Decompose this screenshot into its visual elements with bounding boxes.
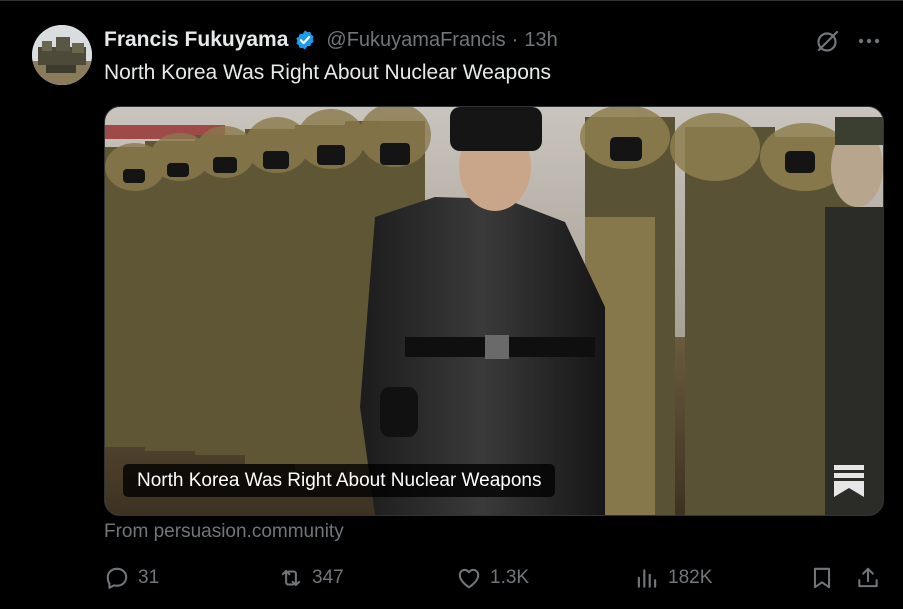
timestamp[interactable]: 13h xyxy=(524,29,557,52)
heart-icon xyxy=(458,568,480,589)
card-image xyxy=(105,107,883,515)
bookmark-button[interactable] xyxy=(809,563,835,593)
card-title: North Korea Was Right About Nuclear Weap… xyxy=(123,464,556,497)
views-button[interactable]: 182K xyxy=(634,563,712,593)
verified-badge-icon xyxy=(294,29,316,51)
divider xyxy=(0,0,903,1)
repost-icon xyxy=(281,569,301,587)
reply-button[interactable]: 31 xyxy=(104,563,159,593)
like-count: 1.3K xyxy=(490,567,530,588)
link-card[interactable]: North Korea Was Right About Nuclear Weap… xyxy=(104,106,884,516)
share-icon xyxy=(858,567,878,588)
views-count: 182K xyxy=(668,567,713,588)
bookmark-icon xyxy=(813,567,831,589)
repost-count: 347 xyxy=(312,567,344,588)
reply-icon xyxy=(106,567,128,589)
action-bar: 31 347 1.3K 182K xyxy=(0,563,903,593)
author-handle[interactable]: @FukuyamaFrancis xyxy=(326,29,505,52)
author-name[interactable]: Francis Fukuyama xyxy=(104,28,288,52)
publication-bookmark-icon xyxy=(833,464,865,498)
reply-count: 31 xyxy=(138,567,160,588)
grok-icon[interactable] xyxy=(815,28,841,54)
views-icon xyxy=(637,569,657,588)
card-source[interactable]: From persuasion.community xyxy=(104,521,344,543)
tweet-text: North Korea Was Right About Nuclear Weap… xyxy=(104,61,552,84)
tweet-header: Francis Fukuyama @FukuyamaFrancis · 13h xyxy=(104,27,558,53)
like-button[interactable]: 1.3K xyxy=(456,563,529,593)
avatar[interactable] xyxy=(32,25,92,85)
share-button[interactable] xyxy=(855,563,881,593)
separator: · xyxy=(511,28,519,51)
more-options-icon[interactable] xyxy=(856,28,882,54)
repost-button[interactable]: 347 xyxy=(278,563,344,593)
